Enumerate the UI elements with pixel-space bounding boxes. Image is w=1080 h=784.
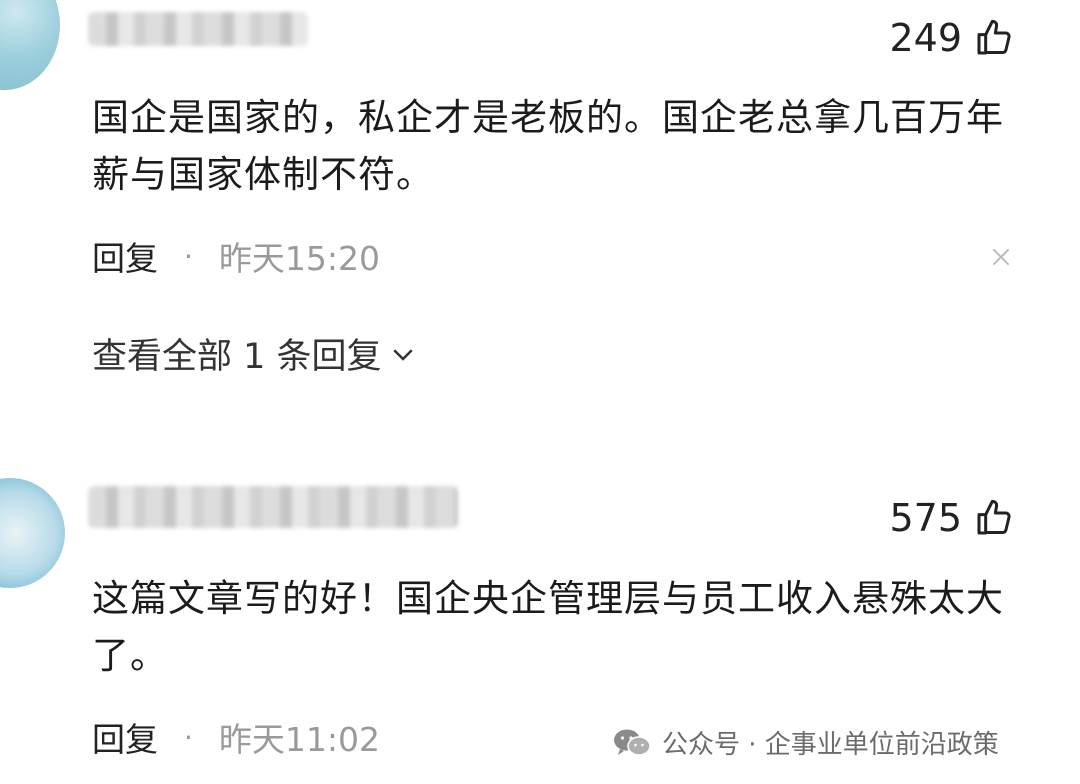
thumbs-up-icon bbox=[977, 499, 1011, 535]
comment-text: 这篇文章写的好！国企央企管理层与员工收入悬殊太大 了。 bbox=[92, 577, 1004, 677]
chevron-down-icon bbox=[392, 348, 413, 361]
comment-text: 国企是国家的，私企才是老板的。国企老总拿几百万年 薪与国家体制不符。 bbox=[92, 96, 1004, 196]
thumbs-up-icon bbox=[977, 19, 1011, 55]
comment-meta: 回复 · 昨天11:02 bbox=[92, 713, 380, 761]
like-count: 575 bbox=[889, 496, 962, 540]
username-redacted[interactable] bbox=[88, 12, 308, 46]
username-redacted[interactable] bbox=[88, 486, 458, 528]
view-all-replies-button[interactable]: 查看全部 1 条回复 bbox=[92, 328, 418, 379]
separator-dot: · bbox=[184, 239, 193, 273]
separator-dot: · bbox=[184, 720, 193, 754]
watermark-text: 公众号 · 企事业单位前沿政策 bbox=[662, 730, 999, 760]
comment-meta: 回复 · 昨天15:20 bbox=[92, 232, 380, 280]
avatar[interactable] bbox=[0, 0, 60, 90]
comment-time: 昨天11:02 bbox=[218, 720, 381, 759]
like-button[interactable]: 249 bbox=[889, 16, 1014, 60]
comment-time: 昨天15:20 bbox=[218, 239, 381, 278]
watermark: 公众号 · 企事业单位前沿政策 bbox=[612, 724, 999, 761]
avatar[interactable] bbox=[0, 478, 65, 588]
like-button[interactable]: 575 bbox=[889, 496, 1014, 540]
reply-button[interactable]: 回复 bbox=[92, 713, 158, 761]
view-all-replies-label: 查看全部 1 条回复 bbox=[92, 337, 382, 377]
like-count: 249 bbox=[889, 16, 962, 60]
close-icon[interactable] bbox=[988, 244, 1014, 270]
wechat-icon bbox=[614, 729, 651, 756]
reply-button[interactable]: 回复 bbox=[92, 232, 158, 280]
